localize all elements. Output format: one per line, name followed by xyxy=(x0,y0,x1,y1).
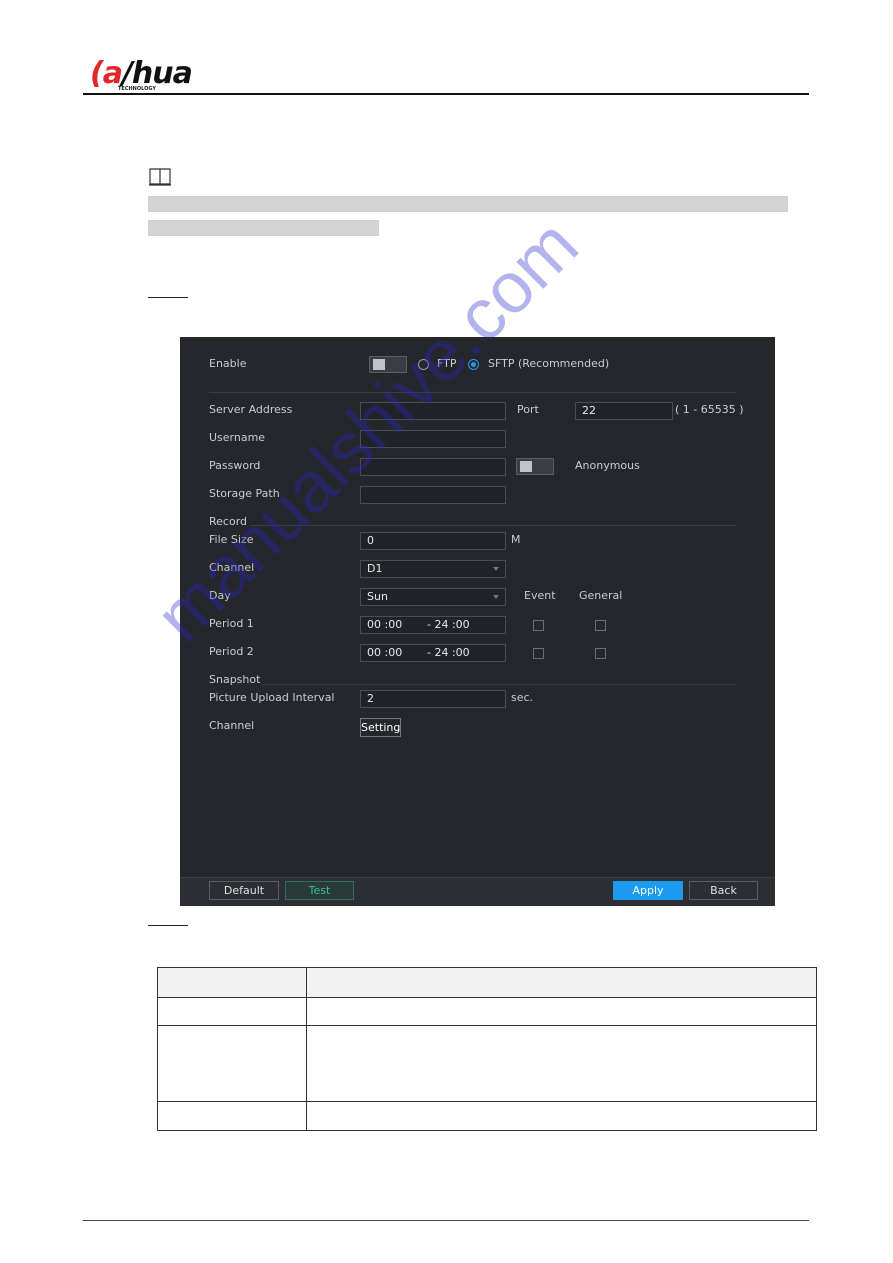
table-header-cell xyxy=(306,967,817,998)
interval-unit: sec. xyxy=(511,691,534,704)
period1-time-input[interactable]: 00 :00 - 24 :00 xyxy=(360,616,506,634)
file-size-unit: M xyxy=(511,533,521,546)
sftp-radio[interactable] xyxy=(468,359,479,370)
back-button[interactable]: Back xyxy=(689,881,758,900)
test-button[interactable]: Test xyxy=(285,881,354,900)
period1-end[interactable]: - 24 :00 xyxy=(427,617,470,633)
period2-label: Period 2 xyxy=(209,645,254,658)
period2-end[interactable]: - 24 :00 xyxy=(427,645,470,661)
parameter-table xyxy=(157,967,817,1131)
apply-button[interactable]: Apply xyxy=(613,881,683,900)
period2-start[interactable]: 00 :00 xyxy=(367,646,402,659)
period1-general-checkbox[interactable] xyxy=(595,620,606,631)
period2-event-checkbox[interactable] xyxy=(533,648,544,659)
step-underline xyxy=(148,925,188,926)
ftp-radio[interactable] xyxy=(418,359,429,370)
setting-button[interactable]: Setting xyxy=(360,718,401,737)
ftp-label: FTP xyxy=(437,357,457,370)
anonymous-label: Anonymous xyxy=(575,459,640,472)
divider xyxy=(209,392,736,393)
table-row xyxy=(157,1025,817,1102)
dahua-logo: (a/hua TECHNOLOGY xyxy=(90,56,193,92)
channel-label: Channel xyxy=(209,561,255,574)
anonymous-toggle[interactable] xyxy=(516,458,554,475)
header-rule xyxy=(83,93,809,95)
username-label: Username xyxy=(209,431,266,444)
table-row xyxy=(157,1101,817,1131)
sftp-label: SFTP (Recommended) xyxy=(488,357,610,370)
period2-general-checkbox[interactable] xyxy=(595,648,606,659)
interval-label: Picture Upload Interval xyxy=(209,691,335,704)
divider xyxy=(262,684,736,685)
port-label: Port xyxy=(517,403,539,416)
channel-value: D1 xyxy=(367,562,383,575)
storage-path-label: Storage Path xyxy=(209,487,280,500)
snapshot-section-title: Snapshot xyxy=(209,673,261,686)
port-input[interactable]: 22 xyxy=(575,402,673,420)
snapshot-channel-label: Channel xyxy=(209,719,255,732)
server-address-input[interactable] xyxy=(360,402,506,420)
password-input[interactable] xyxy=(360,458,506,476)
event-header: Event xyxy=(524,589,556,602)
chevron-down-icon xyxy=(493,567,499,571)
divider xyxy=(250,525,736,526)
day-label: Day xyxy=(209,589,231,602)
interval-input[interactable]: 2 xyxy=(360,690,506,708)
period2-time-input[interactable]: 00 :00 - 24 :00 xyxy=(360,644,506,662)
footer-rule xyxy=(83,1220,809,1221)
book-icon xyxy=(149,168,171,186)
period1-start[interactable]: 00 :00 xyxy=(367,618,402,631)
default-button[interactable]: Default xyxy=(209,881,279,900)
period1-event-checkbox[interactable] xyxy=(533,620,544,631)
enable-label: Enable xyxy=(209,357,247,370)
table-header-cell xyxy=(157,967,307,998)
username-input[interactable] xyxy=(360,430,506,448)
step-underline xyxy=(148,297,188,298)
storage-path-input[interactable] xyxy=(360,486,506,504)
day-value: Sun xyxy=(367,590,388,603)
redacted-note-line xyxy=(148,220,379,236)
day-select[interactable]: Sun xyxy=(360,588,506,606)
record-section-title: Record xyxy=(209,515,248,528)
table-row xyxy=(157,997,817,1026)
sftp-settings-panel: Enable FTP SFTP (Recommended) Server Add… xyxy=(180,337,775,906)
file-size-input[interactable]: 0 xyxy=(360,532,506,550)
general-header: General xyxy=(579,589,623,602)
password-label: Password xyxy=(209,459,261,472)
server-address-label: Server Address xyxy=(209,403,293,416)
chevron-down-icon xyxy=(493,595,499,599)
period1-label: Period 1 xyxy=(209,617,254,630)
file-size-label: File Size xyxy=(209,533,254,546)
enable-toggle[interactable] xyxy=(369,356,407,373)
port-range: ( 1 - 65535 ) xyxy=(675,403,744,416)
channel-select[interactable]: D1 xyxy=(360,560,506,578)
redacted-note-line xyxy=(148,196,788,212)
